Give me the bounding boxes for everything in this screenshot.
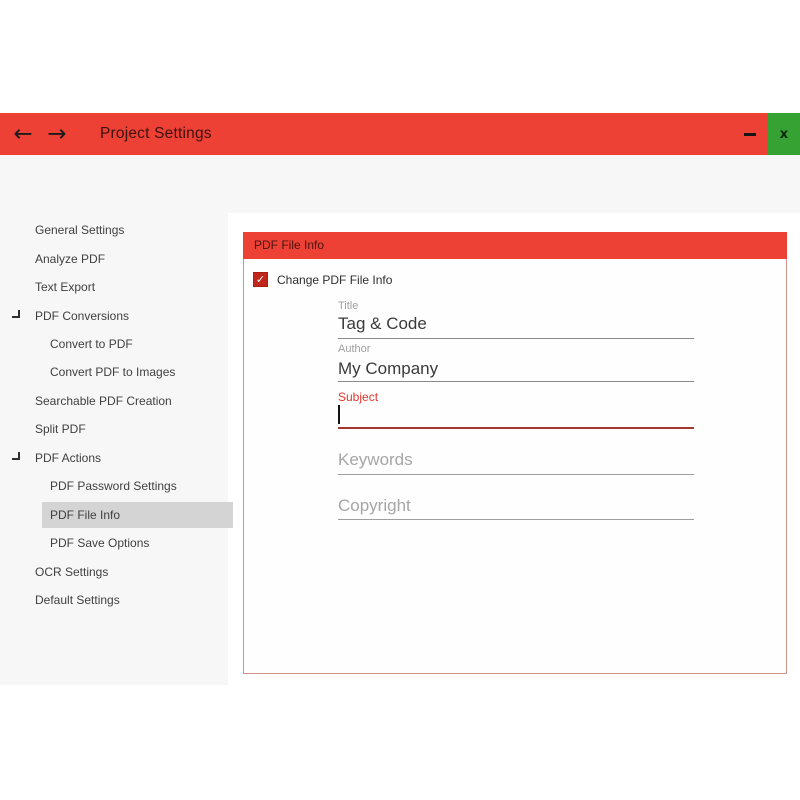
sidebar-item-label: PDF File Info xyxy=(50,508,120,522)
copyright-field-underline xyxy=(338,519,694,520)
sidebar-item-label: PDF Actions xyxy=(35,451,101,465)
sidebar-item-pdf-conversions[interactable]: PDF Conversions xyxy=(0,301,233,329)
sidebar-item-label: General Settings xyxy=(35,223,124,237)
title-field-label: Title xyxy=(338,300,358,312)
author-field-underline xyxy=(338,381,694,382)
sidebar-item-label: PDF Save Options xyxy=(50,536,149,550)
copyright-input[interactable]: Copyright xyxy=(338,496,411,516)
sidebar-item-label: Searchable PDF Creation xyxy=(35,394,172,408)
sidebar-item-default-settings[interactable]: Default Settings xyxy=(0,586,233,614)
subject-input[interactable] xyxy=(338,427,694,429)
text-caret xyxy=(338,405,340,424)
sidebar-item-convert-to-pdf[interactable]: Convert to PDF xyxy=(0,330,233,358)
sidebar-item-analyze-pdf[interactable]: Analyze PDF xyxy=(0,244,233,272)
title-input[interactable]: Tag & Code xyxy=(338,314,427,334)
author-field-label: Author xyxy=(338,343,370,355)
keywords-field-underline xyxy=(338,474,694,475)
sidebar-item-label: PDF Conversions xyxy=(35,309,129,323)
tree-expander-icon[interactable] xyxy=(12,452,20,460)
back-arrow-icon[interactable]: ← xyxy=(6,113,40,155)
subject-field-label: Subject xyxy=(338,390,378,404)
title-field-underline xyxy=(338,338,694,339)
change-pdf-file-info-checkbox[interactable]: ✓ xyxy=(253,272,268,287)
sidebar-item-convert-pdf-to-images[interactable]: Convert PDF to Images xyxy=(0,358,233,386)
window-title: Project Settings xyxy=(100,125,212,143)
window-body: General Settings Analyze PDF Text Export PD… xyxy=(0,155,800,685)
sidebar-item-split-pdf[interactable]: Split PDF xyxy=(0,415,233,443)
minimize-icon xyxy=(744,133,756,136)
sidebar-item-pdf-save-options[interactable]: PDF Save Options xyxy=(0,529,233,557)
sidebar-item-label: Convert PDF to Images xyxy=(50,365,175,379)
sidebar-item-general-settings[interactable]: General Settings xyxy=(0,216,233,244)
file-info-fields: Title Tag & Code Author My Company Subject Ke… xyxy=(338,233,694,673)
author-input[interactable]: My Company xyxy=(338,359,438,379)
sidebar-item-label: Default Settings xyxy=(35,593,120,607)
close-button[interactable]: x xyxy=(768,113,800,155)
settings-sidebar: General Settings Analyze PDF Text Export PD… xyxy=(0,216,233,614)
sidebar-item-text-export[interactable]: Text Export xyxy=(0,273,233,301)
forward-arrow-icon[interactable]: → xyxy=(40,113,74,155)
tree-expander-icon[interactable] xyxy=(12,310,20,318)
check-icon: ✓ xyxy=(256,273,265,286)
pdf-file-info-panel: PDF File Info ✓ Change PDF File Info Tit… xyxy=(243,232,787,674)
sidebar-item-label: PDF Password Settings xyxy=(50,479,177,493)
title-bar: ← → Project Settings x xyxy=(0,113,800,155)
sidebar-item-label: Text Export xyxy=(35,280,95,294)
sidebar-item-pdf-file-info[interactable]: PDF File Info xyxy=(0,501,233,529)
sidebar-item-searchable-pdf-creation[interactable]: Searchable PDF Creation xyxy=(0,387,233,415)
sidebar-item-ocr-settings[interactable]: OCR Settings xyxy=(0,557,233,585)
keywords-input[interactable]: Keywords xyxy=(338,450,413,470)
minimize-button[interactable] xyxy=(738,113,762,155)
sidebar-item-pdf-actions[interactable]: PDF Actions xyxy=(0,444,233,472)
sidebar-item-label: Analyze PDF xyxy=(35,252,105,266)
sidebar-item-label: Split PDF xyxy=(35,422,86,436)
sidebar-item-label: OCR Settings xyxy=(35,565,108,579)
sidebar-item-label: Convert to PDF xyxy=(50,337,133,351)
sidebar-item-pdf-password-settings[interactable]: PDF Password Settings xyxy=(0,472,233,500)
